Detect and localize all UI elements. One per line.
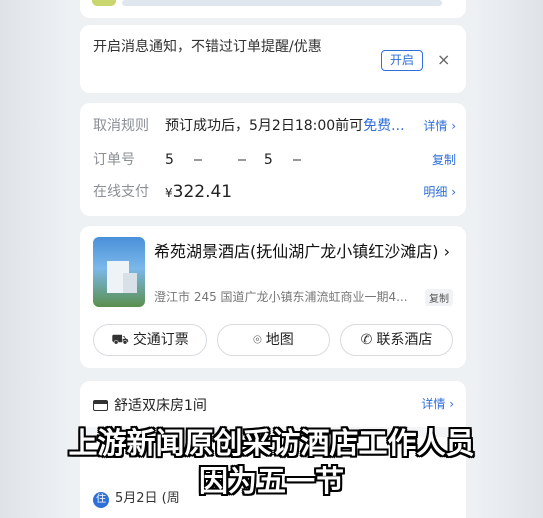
cancel-policy-row: 取消规则 预订成功后，5月2日18:00前可免费... 详情 › (93, 115, 456, 137)
hotel-thumbnail[interactable] (93, 237, 145, 307)
online-payment-label: 在线支付 (93, 184, 149, 200)
order-number-row: 订单号 55 复制 (93, 149, 456, 171)
bed-icon (93, 400, 108, 411)
notification-text: 开启消息通知，不错过订单提醒/优惠 (93, 39, 322, 55)
payment-amount: ¥322.41 (165, 181, 232, 204)
status-bar (122, 0, 442, 6)
hotel-address: 澄江市 245 国道广龙小镇东浦流虹商业一期4... (154, 290, 408, 304)
cancel-policy-label: 取消规则 (93, 118, 149, 134)
redacted-mark (193, 159, 202, 161)
room-details-link[interactable]: 详情 › (421, 395, 454, 412)
order-info-card: 取消规则 预订成功后，5月2日18:00前可免费... 详情 › 订单号 55 … (80, 103, 466, 216)
transport-booking-button[interactable]: ⛟ 交通订票 (93, 324, 207, 356)
video-play-icon (352, 265, 370, 289)
subtitle-line-2: 因为五一节 (198, 464, 344, 498)
top-status-card (80, 0, 466, 18)
order-number-label: 订单号 (93, 152, 135, 168)
cancel-policy-value: 预订成功后，5月2日18:00前可免费... (165, 115, 405, 137)
hotel-name-link[interactable]: 希苑湖景酒店(抚仙湖广龙小镇红沙滩店) › (154, 240, 454, 264)
contact-hotel-label: 联系酒店 (376, 332, 433, 348)
close-icon[interactable]: × (437, 50, 450, 70)
car-icon: ⛟ (111, 332, 129, 348)
transport-booking-label: 交通订票 (132, 332, 189, 348)
redacted-mark (237, 159, 246, 161)
online-payment-row: 在线支付 ¥322.41 明细 › (93, 181, 456, 203)
enable-notification-button[interactable]: 开启 (381, 50, 423, 71)
hotel-card: 希苑湖景酒店(抚仙湖广龙小镇红沙滩店) › 澄江市 245 国道广龙小镇东浦流虹… (80, 226, 466, 368)
currency-symbol: ¥ (165, 186, 173, 200)
cancel-policy-text: 预订成功后，5月2日18:00前可 (165, 118, 364, 134)
room-title-text: 舒适双床房1间 (114, 398, 207, 414)
payment-amount-value: 322.41 (172, 182, 233, 202)
order-number-value: 55 (165, 149, 319, 171)
phone-icon: ✆ (360, 332, 373, 348)
location-pin-icon: ⌾ (253, 332, 262, 348)
order-number-tail: 5 (263, 152, 275, 168)
room-title: 舒适双床房1间 (93, 395, 207, 415)
payment-details-link[interactable]: 明细 › (423, 181, 456, 203)
map-label: 地图 (265, 332, 294, 348)
copy-order-number-button[interactable]: 复制 (432, 149, 456, 171)
cancel-free-text: 免费... (363, 118, 405, 134)
cancel-policy-details-link[interactable]: 详情 › (423, 115, 456, 137)
notification-card: 开启消息通知，不错过订单提醒/优惠 开启 × (80, 25, 466, 93)
contact-hotel-button[interactable]: ✆ 联系酒店 (340, 324, 453, 356)
redacted-mark (292, 159, 301, 161)
copy-address-button[interactable]: 复制 (425, 289, 453, 306)
subtitle-line-1: 上游新闻原创采访酒店工作人员 (68, 426, 475, 460)
order-number-head: 5 (165, 152, 176, 168)
map-button[interactable]: ⌾ 地图 (217, 324, 330, 356)
status-pill (92, 0, 116, 6)
hotel-building-image (123, 273, 137, 293)
